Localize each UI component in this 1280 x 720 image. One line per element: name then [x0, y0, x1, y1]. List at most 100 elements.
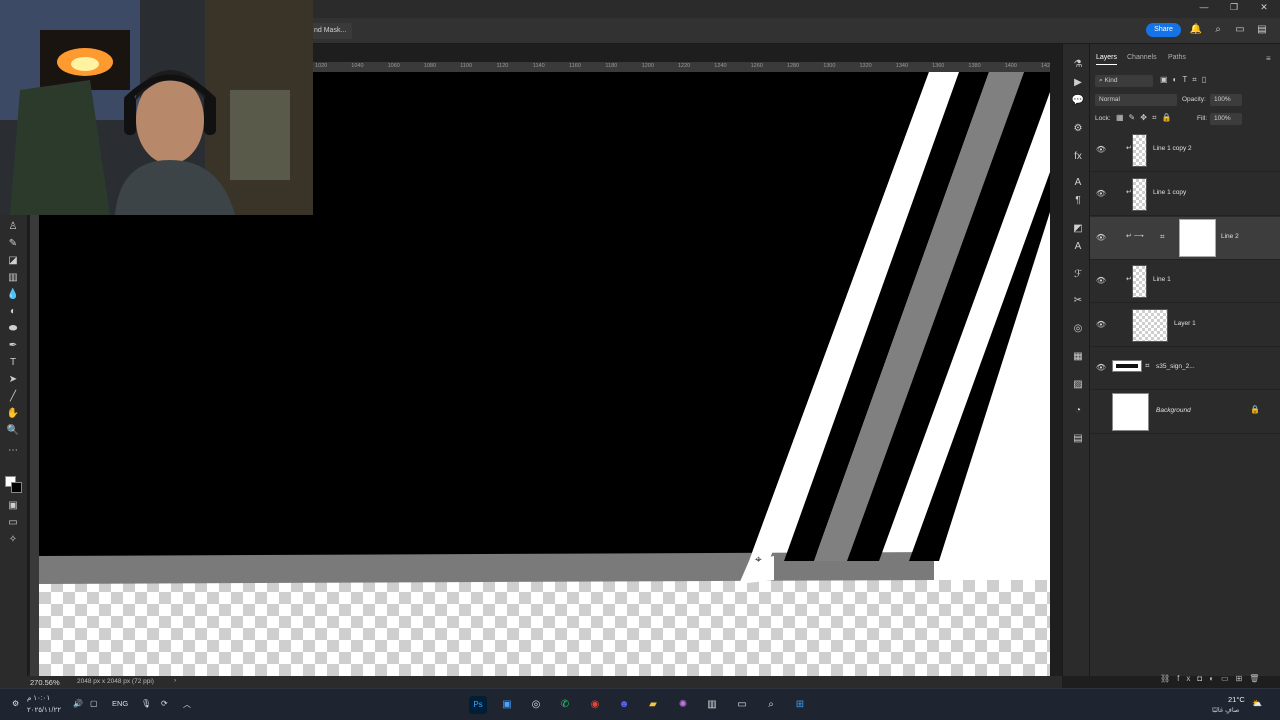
clock-time[interactable]: ١٠:٠١ م: [27, 694, 50, 702]
styles-icon[interactable]: fx: [1071, 150, 1085, 164]
layer-name[interactable]: Background: [1156, 407, 1191, 414]
visibility-eye-icon[interactable]: 👁: [1095, 232, 1107, 244]
eraser-tool-icon[interactable]: ◪: [4, 254, 22, 268]
close-icon[interactable]: ✕: [1256, 0, 1272, 14]
photoshop-taskbar-icon[interactable]: Ps: [469, 696, 487, 714]
libraries-icon[interactable]: ▤: [1071, 432, 1085, 446]
search-taskbar-icon[interactable]: ⌕: [762, 696, 780, 714]
speaker-icon[interactable]: 🔊: [73, 699, 83, 708]
character-icon[interactable]: A: [1071, 176, 1085, 190]
gradients-icon[interactable]: ▨: [1071, 378, 1085, 392]
store-icon[interactable]: ▥: [703, 696, 721, 714]
weather-icon[interactable]: ⛅: [1252, 699, 1262, 708]
properties-icon[interactable]: ◩: [1071, 222, 1085, 236]
layer-row-selected[interactable]: 👁 ↵ ⟶ ⌗ Line 2: [1090, 217, 1280, 260]
tab-layers[interactable]: Layers: [1096, 54, 1118, 65]
panel-menu-icon[interactable]: ≡: [1266, 54, 1271, 63]
whatsapp-icon[interactable]: ✆: [556, 696, 574, 714]
navigator-icon[interactable]: ◔: [1071, 404, 1085, 418]
obs-icon[interactable]: ◎: [527, 696, 545, 714]
adjustments-icon[interactable]: ⚙: [1071, 122, 1085, 136]
sync-icon[interactable]: ⟳: [161, 699, 168, 708]
paragraph-icon[interactable]: ¶: [1071, 194, 1085, 208]
microphone-icon[interactable]: 🎙: [141, 699, 151, 708]
file-explorer-icon[interactable]: ▰: [644, 696, 662, 714]
visibility-eye-icon[interactable]: 👁: [1095, 188, 1107, 200]
search-icon[interactable]: ⌕: [1211, 23, 1225, 37]
comments-icon[interactable]: 💬: [1071, 94, 1085, 108]
more-tools-icon[interactable]: ⋯: [4, 444, 22, 458]
tab-channels[interactable]: Channels: [1127, 54, 1157, 61]
gradient-tool-icon[interactable]: ▥: [4, 271, 22, 285]
fill-field[interactable]: 100%: [1210, 113, 1242, 125]
tab-paths[interactable]: Paths: [1168, 54, 1186, 61]
filter-kind-select[interactable]: ⌕ Kind: [1095, 75, 1153, 87]
clock-date[interactable]: ٢٠٢٥/١١/٢٢: [27, 706, 61, 714]
blend-mode-select[interactable]: Normal: [1095, 94, 1177, 106]
tools-icon[interactable]: ✂: [1071, 294, 1085, 308]
visibility-eye-icon[interactable]: 👁: [1095, 319, 1107, 331]
document-info[interactable]: 2048 px x 2048 px (72 ppi): [77, 678, 154, 685]
visibility-eye-icon[interactable]: 👁: [1095, 144, 1107, 156]
filter-icons[interactable]: ▣◐T⌗▯: [1160, 75, 1211, 85]
layer-row[interactable]: 👁 Layer 1: [1090, 304, 1280, 347]
layer-footer-icons[interactable]: ⛓fx◘◐▭⊞🗑: [1160, 674, 1266, 683]
layer-name[interactable]: Line 2: [1221, 233, 1239, 240]
opacity-field[interactable]: 100%: [1210, 94, 1242, 106]
discord-icon[interactable]: ☻: [615, 696, 633, 714]
status-menu-arrow-icon[interactable]: ›: [174, 677, 176, 684]
quick-mask-icon[interactable]: ▣: [4, 499, 22, 513]
3d-icon[interactable]: ◎: [1071, 322, 1085, 336]
select-and-mask-button[interactable]: nd Mask...: [308, 23, 353, 39]
visibility-eye-icon[interactable]: 👁: [1095, 362, 1107, 374]
stamp-tool-icon[interactable]: ♙: [4, 220, 22, 234]
line-tool-icon[interactable]: ╱: [4, 390, 22, 404]
hand-tool-icon[interactable]: ✋: [4, 407, 22, 421]
sponge-tool-icon[interactable]: ⬬: [4, 322, 22, 336]
layer-mask-thumbnail[interactable]: [1179, 219, 1216, 257]
minimize-icon[interactable]: —: [1196, 0, 1212, 14]
type-tool-icon[interactable]: T: [4, 356, 22, 370]
share-button[interactable]: Share: [1146, 23, 1181, 37]
dodge-tool-icon[interactable]: ◐: [4, 305, 22, 319]
layer-row[interactable]: 👁 ⌗ s35_sign_2...: [1090, 347, 1280, 390]
history-brush-icon[interactable]: ✎: [4, 237, 22, 251]
layer-name[interactable]: Line 1 copy: [1153, 189, 1186, 196]
background-color-swatch[interactable]: [11, 482, 22, 493]
workspace-icon[interactable]: ▭: [1233, 23, 1247, 37]
window-app-icon[interactable]: ▣: [498, 696, 516, 714]
visibility-eye-icon[interactable]: 👁: [1095, 275, 1107, 287]
swatches-icon[interactable]: ▦: [1071, 350, 1085, 364]
zoom-tool-icon[interactable]: 🔍: [4, 424, 22, 438]
zoom-level[interactable]: 270.56%: [30, 678, 60, 687]
weather-temp[interactable]: 21°C: [1228, 695, 1245, 704]
copilot-icon[interactable]: ✺: [674, 696, 692, 714]
bell-icon[interactable]: 🔔: [1189, 23, 1203, 37]
actions-icon[interactable]: ▶: [1071, 76, 1085, 90]
layer-row[interactable]: 👁 ↵ Line 1: [1090, 260, 1280, 303]
lock-icons[interactable]: ▦✎✥⌗🔒: [1116, 113, 1176, 123]
language-indicator[interactable]: ENG: [112, 699, 128, 708]
path-selection-icon[interactable]: ➤: [4, 373, 22, 387]
maximize-icon[interactable]: ❐: [1226, 0, 1242, 14]
screen-mode-icon[interactable]: ▭: [4, 516, 22, 530]
brushes-icon[interactable]: ℱ: [1071, 268, 1085, 282]
task-view-icon[interactable]: ▭: [733, 696, 751, 714]
layer-row[interactable]: 👁 ↵ Line 1 copy 2: [1090, 129, 1280, 172]
start-icon[interactable]: ⊞: [791, 696, 809, 714]
settings-icon[interactable]: ⚙: [12, 699, 19, 708]
layer-row[interactable]: Background 🔒: [1090, 391, 1280, 434]
panel-layout-icon[interactable]: ▤: [1255, 23, 1269, 37]
layer-row[interactable]: 👁 ↵ Line 1 copy: [1090, 173, 1280, 216]
network-icon[interactable]: ▢: [90, 699, 98, 708]
layer-name[interactable]: Layer 1: [1174, 320, 1196, 327]
glyphs-icon[interactable]: A: [1071, 240, 1085, 254]
generative-icon[interactable]: ✧: [4, 533, 22, 547]
pen-tool-icon[interactable]: ✒: [4, 339, 22, 353]
layer-name[interactable]: Line 1 copy 2: [1153, 145, 1192, 152]
learn-icon[interactable]: ⚗: [1071, 58, 1085, 72]
chevron-up-icon[interactable]: ︿: [183, 699, 191, 710]
blur-tool-icon[interactable]: 💧: [4, 288, 22, 302]
chrome-icon[interactable]: ◉: [586, 696, 604, 714]
layer-name[interactable]: s35_sign_2...: [1156, 363, 1195, 370]
